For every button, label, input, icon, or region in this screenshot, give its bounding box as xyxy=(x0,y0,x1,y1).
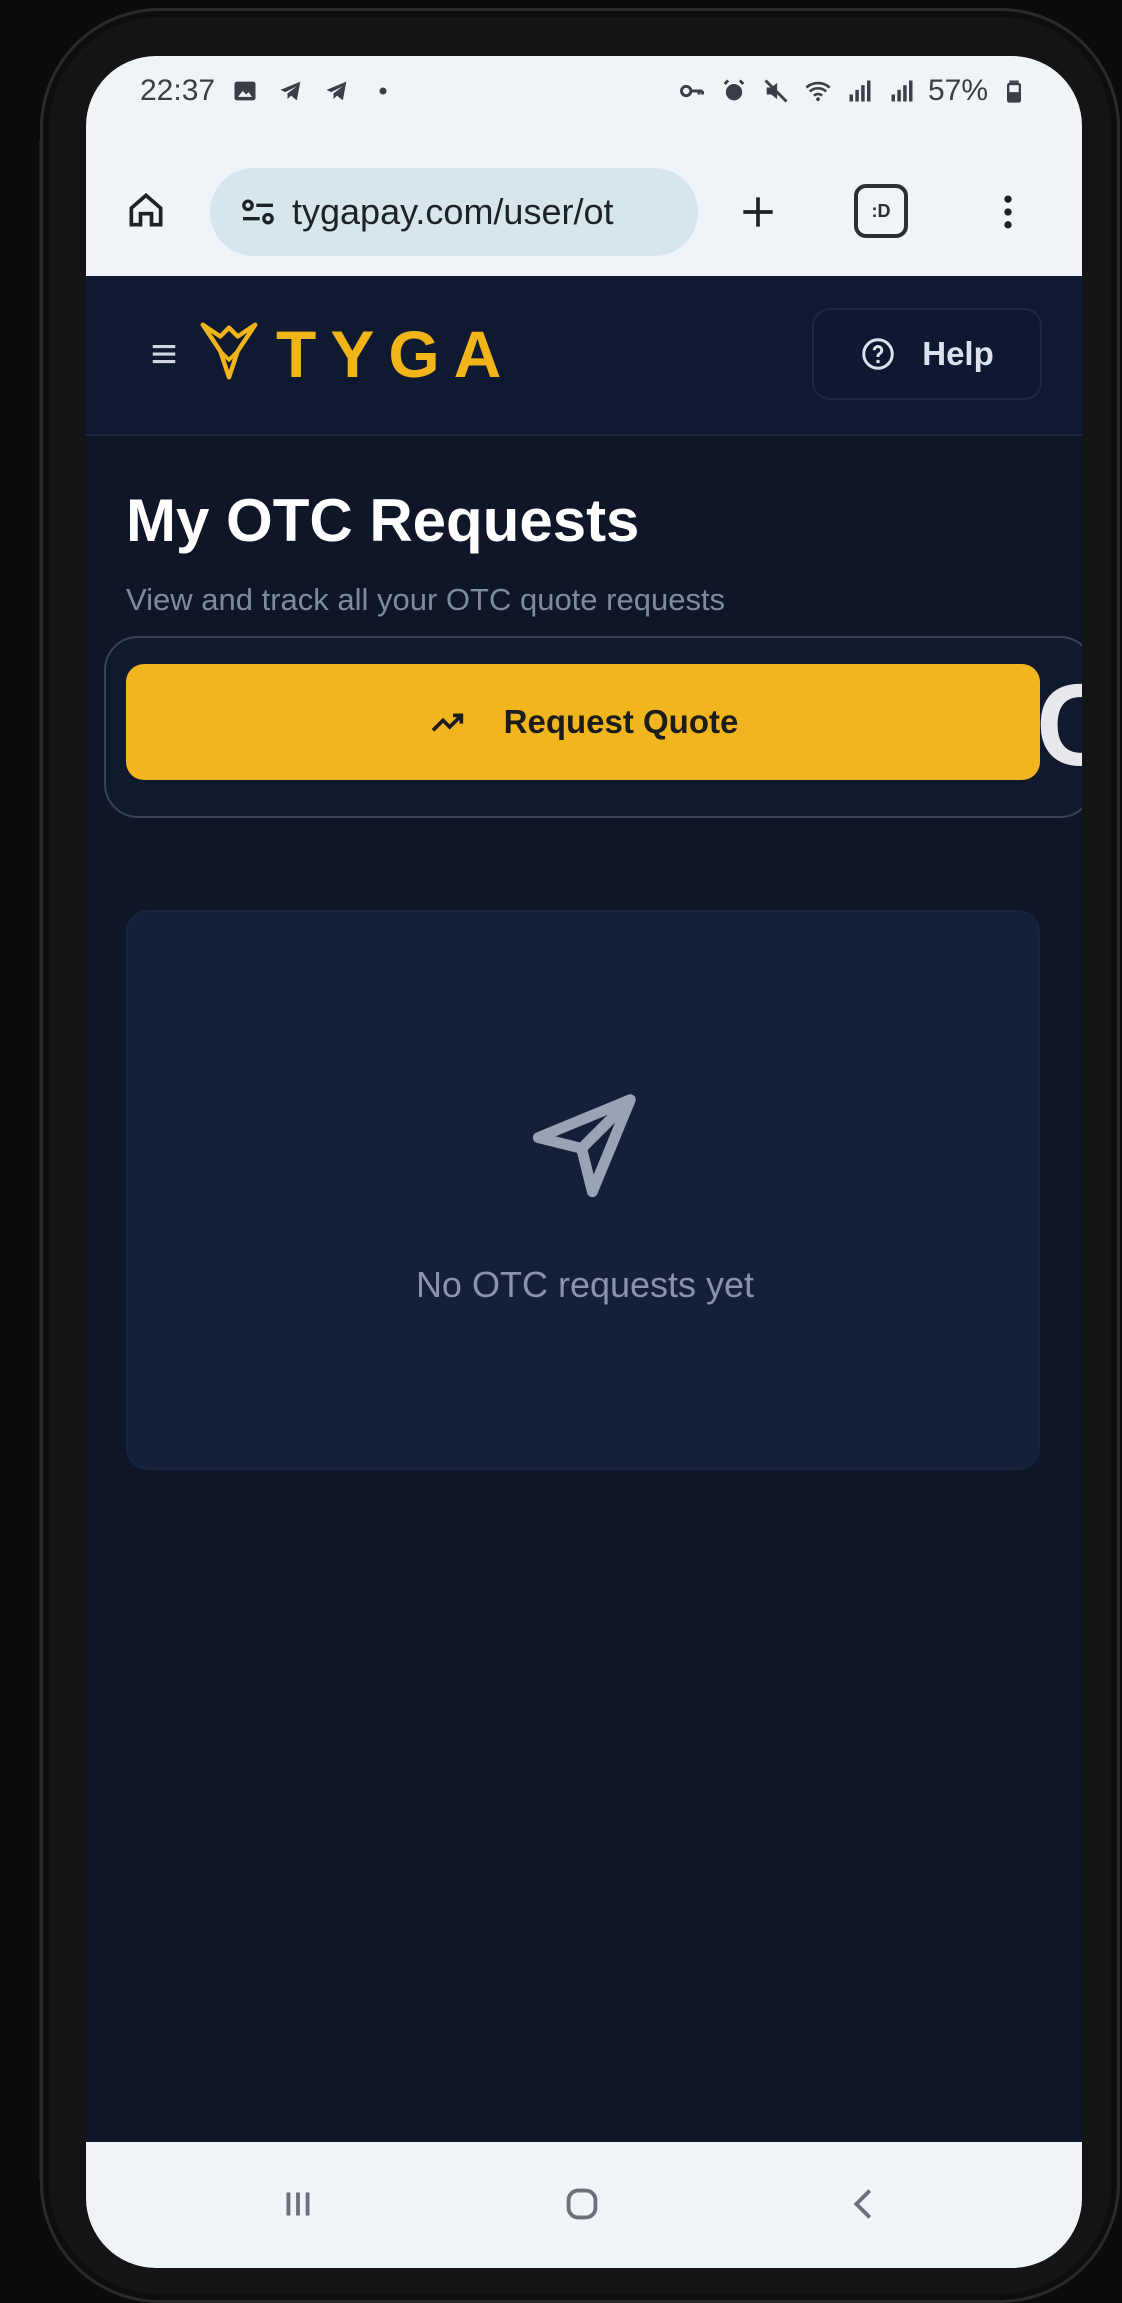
help-icon xyxy=(862,338,894,370)
empty-state-text: No OTC requests yet xyxy=(415,1264,755,1305)
status-right: 57% xyxy=(676,74,1030,108)
dot-icon xyxy=(367,75,399,107)
recent-apps-button[interactable] xyxy=(266,2172,330,2236)
plus-icon xyxy=(743,197,773,227)
battery-icon xyxy=(998,75,1030,107)
key-icon xyxy=(676,75,708,107)
phone-screen: 22:37 57% tygapay.com/user/ot:D TYGA He… xyxy=(86,56,1082,2268)
home-icon xyxy=(129,192,163,227)
request-quote-button[interactable]: Request Quote xyxy=(126,664,1040,780)
browser-menu-button[interactable] xyxy=(976,180,1040,244)
help-label: Help xyxy=(922,335,994,372)
background-divider xyxy=(0,140,40,2180)
mute-icon xyxy=(760,75,792,107)
tiger-logo-icon xyxy=(194,316,264,391)
logo-text: TYGA xyxy=(276,316,516,391)
offscreen-overlay-text: C xyxy=(1036,660,1082,790)
main-content: My OTC Requests View and track all your … xyxy=(86,436,1082,2176)
menu-button[interactable] xyxy=(144,334,184,374)
status-time: 22:37 xyxy=(140,74,216,107)
gallery-icon xyxy=(229,75,261,107)
site-settings-icon[interactable] xyxy=(238,192,278,232)
alarm-icon xyxy=(718,75,750,107)
home-circle-icon xyxy=(566,2188,598,2220)
empty-state-card: No OTC requests yet xyxy=(126,910,1040,1470)
recent-apps-icon xyxy=(286,2192,310,2216)
home-button[interactable] xyxy=(114,178,178,242)
help-button[interactable]: Help xyxy=(812,308,1042,400)
status-bar: 22:37 57% xyxy=(86,56,1082,146)
telegram-icon xyxy=(275,75,307,107)
page-title: My OTC Requests xyxy=(126,487,640,554)
status-left: 22:37 xyxy=(140,74,399,108)
signal-icon xyxy=(886,75,918,107)
back-button[interactable] xyxy=(832,2172,896,2236)
logo[interactable]: TYGA xyxy=(194,316,515,391)
tab-switcher-button[interactable]: :D xyxy=(854,184,908,238)
signal-icon xyxy=(844,75,876,107)
hamburger-icon xyxy=(152,344,176,364)
more-vertical-icon xyxy=(1004,195,1012,229)
tab-switcher-label: :D xyxy=(871,200,891,221)
system-nav-bar xyxy=(86,2142,1082,2268)
url-text: tygapay.com/user/ot xyxy=(292,191,614,232)
back-chevron-icon xyxy=(853,2189,872,2219)
app-header: TYGA Help xyxy=(86,276,1082,436)
telegram-icon xyxy=(321,75,353,107)
screenshot-stage: 22:37 57% tygapay.com/user/ot:D TYGA He… xyxy=(0,0,1122,2303)
address-bar[interactable]: tygapay.com/user/ot xyxy=(210,168,698,256)
trending-up-icon xyxy=(431,713,463,732)
wifi-icon xyxy=(802,75,834,107)
page-subtitle: View and track all your OTC quote reques… xyxy=(126,582,726,617)
home-nav-button[interactable] xyxy=(550,2172,614,2236)
new-tab-button[interactable] xyxy=(726,180,790,244)
request-quote-label: Request Quote xyxy=(503,703,739,740)
battery-percent: 57% xyxy=(927,74,988,107)
browser-toolbar: tygapay.com/user/ot :D xyxy=(86,146,1082,276)
send-icon xyxy=(522,1078,652,1208)
